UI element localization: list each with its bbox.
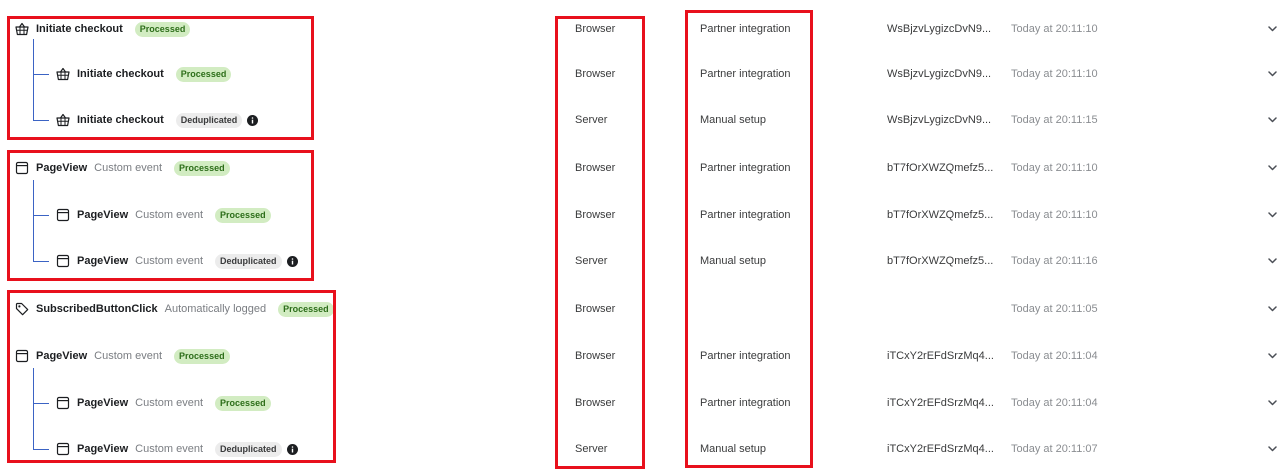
event-id: WsBjzvLygizcDvN9... [887,68,992,80]
event-id: iTCxY2rEFdSrzMq4... [887,350,994,362]
event-id: iTCxY2rEFdSrzMq4... [887,397,994,409]
chevron-down-icon[interactable] [1267,350,1278,361]
event-time: Today at 20:11:10 [1011,162,1098,174]
event-id: bT7fOrXWZQmefz5... [887,209,994,221]
chevron-down-icon[interactable] [1267,23,1278,34]
chevron-down-icon[interactable] [1267,443,1278,454]
event-time: Today at 20:11:10 [1011,209,1098,221]
chevron-down-icon[interactable] [1267,303,1278,314]
chevron-down-icon[interactable] [1267,255,1278,266]
event-time: Today at 20:11:10 [1011,68,1098,80]
chevron-down-icon[interactable] [1267,68,1278,79]
event-time: Today at 20:11:16 [1011,255,1098,267]
event-time: Today at 20:11:05 [1011,303,1098,315]
highlight-box-pageview-group [7,150,314,281]
event-id: iTCxY2rEFdSrzMq4... [887,443,994,455]
event-time: Today at 20:11:04 [1011,350,1098,362]
event-time: Today at 20:11:07 [1011,443,1098,455]
highlight-box-initiate-checkout-group [7,16,314,140]
event-id: bT7fOrXWZQmefz5... [887,162,994,174]
event-time: Today at 20:11:10 [1011,23,1098,35]
highlight-box-source-column [555,16,645,469]
event-id: WsBjzvLygizcDvN9... [887,23,992,35]
chevron-down-icon[interactable] [1267,397,1278,408]
event-id: bT7fOrXWZQmefz5... [887,255,994,267]
event-time: Today at 20:11:15 [1011,114,1098,126]
event-id: WsBjzvLygizcDvN9... [887,114,992,126]
highlight-box-method-column [685,10,813,468]
chevron-down-icon[interactable] [1267,114,1278,125]
highlight-box-mixed-group [7,290,336,463]
chevron-down-icon[interactable] [1267,209,1278,220]
event-time: Today at 20:11:04 [1011,397,1098,409]
chevron-down-icon[interactable] [1267,162,1278,173]
